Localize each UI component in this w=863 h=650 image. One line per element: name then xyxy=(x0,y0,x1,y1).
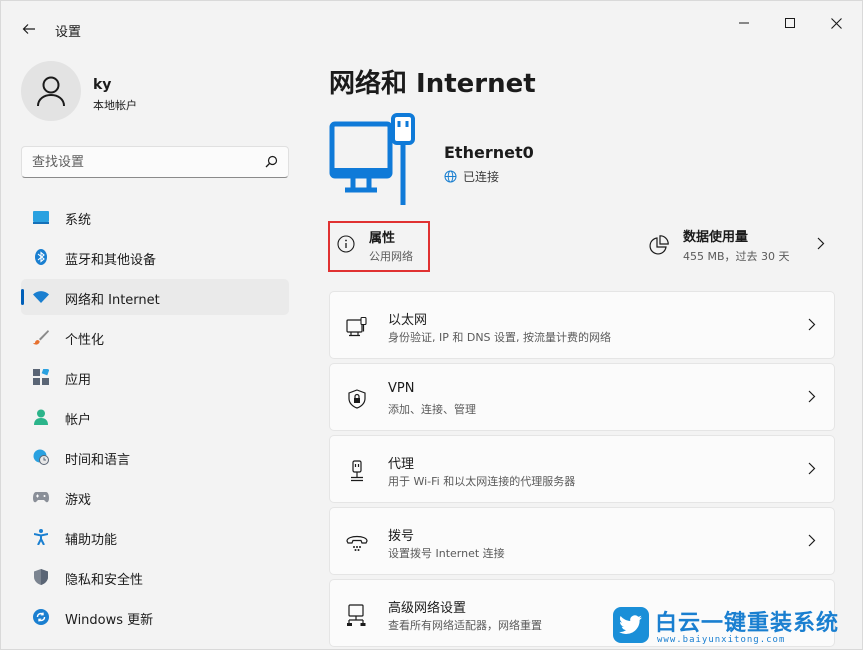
sidebar-item-gaming[interactable]: 游戏 xyxy=(21,479,289,515)
avatar xyxy=(21,61,81,121)
network-profile: 公用网络 xyxy=(369,250,413,263)
sidebar-item-label: 网络和 Internet xyxy=(65,293,160,308)
sidebar-item-bluetooth[interactable]: 蓝牙和其他设备 xyxy=(21,239,289,275)
sidebar-item-label: 蓝牙和其他设备 xyxy=(65,253,157,268)
ethernet-icon xyxy=(346,316,368,338)
minimize-icon xyxy=(739,22,749,24)
watermark-url: www.baiyunxitong.com xyxy=(657,635,786,645)
sidebar-item-time-language[interactable]: 时间和语言 xyxy=(21,439,289,475)
sidebar-item-network[interactable]: 网络和 Internet xyxy=(21,279,289,315)
card-subtitle: 用于 Wi-Fi 和以太网连接的代理服务器 xyxy=(388,475,576,488)
sidebar-item-label: 隐私和安全性 xyxy=(65,573,144,588)
selection-indicator xyxy=(21,289,24,305)
sidebar-item-apps[interactable]: 应用 xyxy=(21,359,289,395)
apps-icon xyxy=(33,369,49,385)
sidebar-item-label: 个性化 xyxy=(65,333,105,348)
card-subtitle: 查看所有网络适配器，网络重置 xyxy=(388,619,542,632)
back-button[interactable] xyxy=(15,15,43,43)
sidebar-item-accessibility[interactable]: 辅助功能 xyxy=(21,519,289,555)
advanced-network-icon xyxy=(346,604,368,626)
update-icon xyxy=(33,609,49,625)
search-input[interactable] xyxy=(32,152,252,172)
card-title: 代理 xyxy=(388,457,415,472)
accessibility-icon xyxy=(33,529,49,545)
search-box xyxy=(21,146,289,178)
close-icon xyxy=(830,17,842,29)
chevron-right-icon xyxy=(808,534,816,547)
sidebar-item-privacy[interactable]: 隐私和安全性 xyxy=(21,559,289,595)
sidebar-item-label: 辅助功能 xyxy=(65,533,118,548)
sidebar-item-label: 系统 xyxy=(65,213,92,228)
card-subtitle: 身份验证, IP 和 DNS 设置, 按流量计费的网络 xyxy=(388,331,612,344)
page-title: 网络和 Internet xyxy=(329,69,536,99)
settings-window: 设置 ky 本地帐户 系统 xyxy=(0,0,863,650)
sidebar-nav: 系统 蓝牙和其他设备 网络和 Internet 个性化 应用 帐户 时间和语言 … xyxy=(21,199,289,639)
card-title: 拨号 xyxy=(388,529,415,544)
chevron-right-icon xyxy=(817,237,825,250)
sidebar-item-system[interactable]: 系统 xyxy=(21,199,289,235)
close-button[interactable] xyxy=(813,9,859,37)
maximize-button[interactable] xyxy=(767,9,813,37)
sidebar-item-personalization[interactable]: 个性化 xyxy=(21,319,289,355)
card-title: 高级网络设置 xyxy=(388,601,467,616)
search-icon[interactable] xyxy=(265,155,278,168)
chevron-right-icon xyxy=(808,462,816,475)
gamepad-icon xyxy=(33,489,49,505)
title-bar: 设置 xyxy=(1,1,862,41)
globe-clock-icon xyxy=(33,449,49,465)
ethernet-card[interactable]: 以太网 身份验证, IP 和 DNS 设置, 按流量计费的网络 xyxy=(329,291,835,359)
proxy-icon xyxy=(346,460,368,482)
sidebar-item-accounts[interactable]: 帐户 xyxy=(21,399,289,435)
vpn-card[interactable]: VPN 添加、连接、管理 xyxy=(329,363,835,431)
chevron-right-icon xyxy=(808,318,816,331)
shield-icon xyxy=(33,569,49,585)
status-text: 已连接 xyxy=(463,170,500,184)
card-title: 以太网 xyxy=(388,313,428,328)
brush-icon xyxy=(33,329,49,345)
profile-name: ky xyxy=(93,77,112,93)
window-title: 设置 xyxy=(55,25,82,40)
sidebar-item-label: 应用 xyxy=(65,373,92,388)
dialup-icon xyxy=(346,532,368,554)
sidebar-item-windows-update[interactable]: Windows 更新 xyxy=(21,599,289,635)
bluetooth-icon xyxy=(33,249,49,265)
vpn-shield-icon xyxy=(346,388,368,410)
sidebar-item-label: 帐户 xyxy=(65,413,92,428)
chevron-right-icon xyxy=(808,390,816,403)
data-usage-amount: 455 MB，过去 30 天 xyxy=(683,250,790,263)
adapter-name: Ethernet0 xyxy=(444,143,534,162)
sidebar-item-label: Windows 更新 xyxy=(65,613,154,628)
proxy-card[interactable]: 代理 用于 Wi-Fi 和以太网连接的代理服务器 xyxy=(329,435,835,503)
ethernet-monitor-icon xyxy=(329,113,425,209)
user-profile[interactable]: ky 本地帐户 xyxy=(21,61,291,123)
sidebar-item-label: 时间和语言 xyxy=(65,453,131,468)
watermark-logo: 白云一键重装系统 www.baiyunxitong.com xyxy=(613,605,863,649)
sidebar-item-label: 游戏 xyxy=(65,493,92,508)
minimize-button[interactable] xyxy=(721,9,767,37)
properties-title: 属性 xyxy=(369,231,396,246)
data-usage-button[interactable]: 数据使用量 455 MB，过去 30 天 xyxy=(649,223,835,267)
pie-chart-icon xyxy=(649,235,669,255)
card-subtitle: 添加、连接、管理 xyxy=(388,403,476,416)
card-title: VPN xyxy=(388,381,415,396)
bird-logo-icon xyxy=(613,607,649,643)
watermark-title: 白云一键重装系统 xyxy=(655,611,840,636)
info-icon xyxy=(337,235,355,253)
wifi-icon xyxy=(33,289,49,305)
data-usage-title: 数据使用量 xyxy=(683,230,749,245)
card-subtitle: 设置拨号 Internet 连接 xyxy=(388,547,505,560)
globe-icon xyxy=(444,170,457,183)
dialup-card[interactable]: 拨号 设置拨号 Internet 连接 xyxy=(329,507,835,575)
user-icon xyxy=(37,76,65,107)
account-icon xyxy=(33,409,49,425)
account-type: 本地帐户 xyxy=(93,99,137,112)
back-arrow-icon xyxy=(22,24,35,34)
system-icon xyxy=(33,209,49,225)
maximize-icon xyxy=(785,18,795,28)
connection-status: 已连接 xyxy=(444,168,499,185)
